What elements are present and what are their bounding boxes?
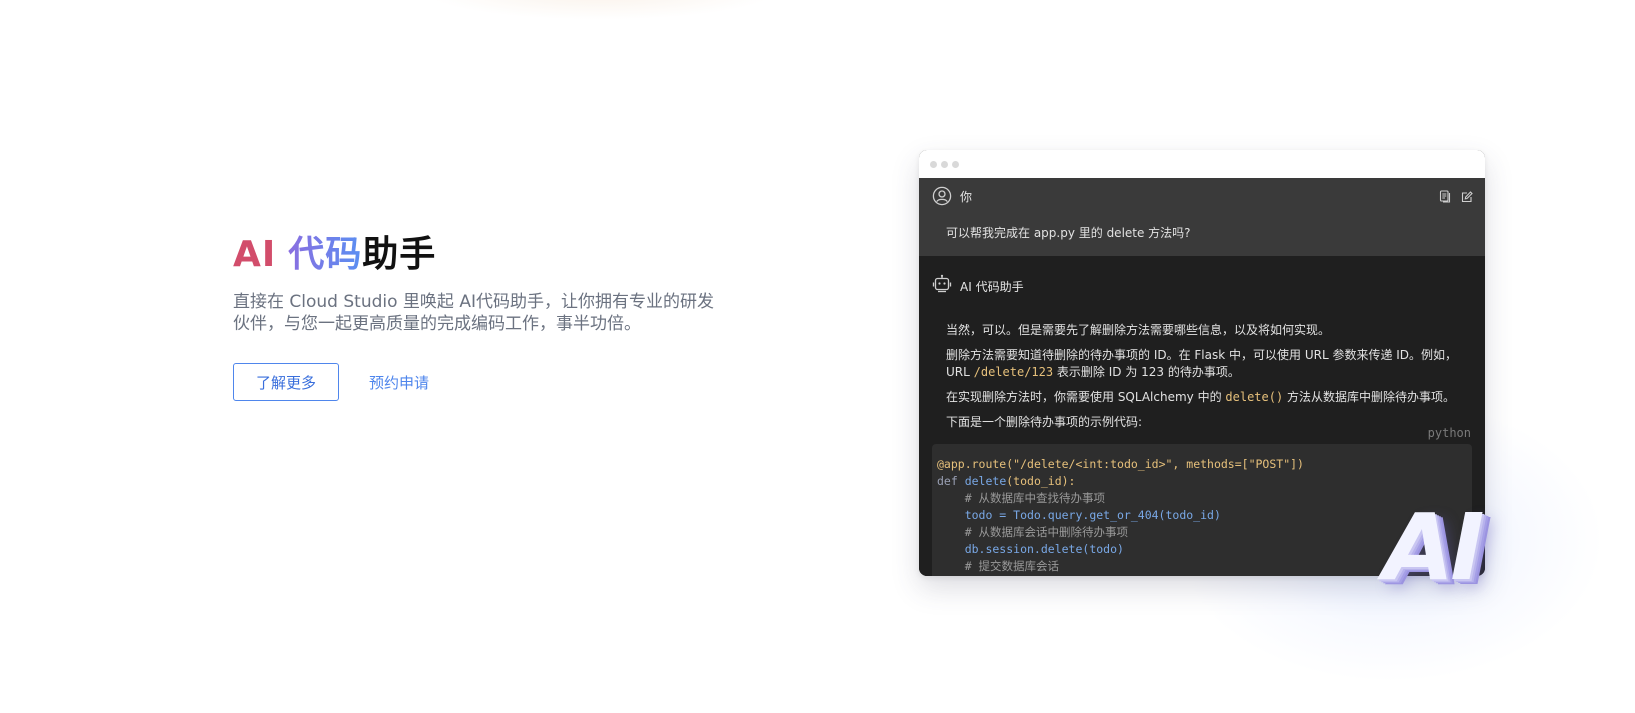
copy-icon[interactable] bbox=[1439, 188, 1451, 207]
bot-header: AI 代码助手 bbox=[932, 274, 1024, 298]
user-question: 可以帮我完成在 app.py 里的 delete 方法吗? bbox=[946, 226, 1191, 240]
inline-code-url: /delete/123 bbox=[973, 365, 1054, 379]
user-header: 你 bbox=[932, 186, 972, 206]
hero-section: AI 代码助手 直接在 Cloud Studio 里唤起 AI代码助手，让你拥有专… bbox=[233, 233, 733, 401]
answer-p2-text-end: 表示删除 ID 为 123 的待办事项。 bbox=[1053, 365, 1240, 379]
answer-p3-text: 在实现删除方法时，你需要使用 SQLAlchemy 中的 bbox=[946, 390, 1226, 404]
robot-icon bbox=[932, 274, 952, 298]
code-token-string: "/delete/<int:todo_id>" bbox=[1013, 457, 1173, 471]
code-token-function: delete bbox=[964, 474, 1007, 488]
code-token-params: (todo_id): bbox=[1006, 474, 1076, 488]
bot-name: AI 代码助手 bbox=[960, 279, 1024, 294]
page-title: AI 代码助手 bbox=[233, 233, 733, 277]
user-message: 你 可以帮我完成在 app.py 里的 delete 方法吗? bbox=[919, 178, 1485, 256]
title-helper: 助手 bbox=[362, 234, 437, 275]
answer-paragraph-3: 在实现删除方法时，你需要使用 SQLAlchemy 中的 delete() 方法… bbox=[946, 389, 1461, 406]
answer-p3-text-end: 方法从数据库中删除待办事项。 bbox=[1283, 390, 1456, 404]
code-token-rest: , methods=["POST"]) bbox=[1172, 457, 1304, 471]
code-language-label: python bbox=[1427, 426, 1471, 440]
top-decorative-glow bbox=[420, 0, 780, 20]
ai-3d-logo: AI bbox=[1383, 494, 1484, 601]
code-token-decorator: @app.route( bbox=[937, 457, 1014, 471]
code-line: @app.route("/delete/<int:todo_id>", meth… bbox=[937, 456, 1472, 473]
apply-link[interactable]: 预约申请 bbox=[369, 372, 429, 393]
user-name: 你 bbox=[960, 189, 973, 204]
answer-paragraph-2: 删除方法需要知道待删除的待办事项的 ID。在 Flask 中，可以使用 URL … bbox=[946, 347, 1461, 381]
answer-paragraph-1: 当然，可以。但是需要先了解删除方法需要哪些信息，以及将如何实现。 bbox=[946, 323, 1331, 337]
learn-more-button[interactable]: 了解更多 bbox=[233, 363, 339, 401]
title-code: 代码 bbox=[288, 234, 363, 275]
message-tools bbox=[1429, 188, 1473, 207]
code-token-keyword: def bbox=[937, 474, 965, 488]
bot-answer: 当然，可以。但是需要先了解删除方法需要哪些信息，以及将如何实现。 删除方法需要知… bbox=[946, 322, 1461, 439]
window-dot-2 bbox=[941, 160, 948, 168]
answer-paragraph-4: 下面是一个删除待办事项的示例代码: bbox=[946, 415, 1143, 429]
code-line: def delete(todo_id): bbox=[937, 473, 1472, 490]
edit-icon[interactable] bbox=[1461, 188, 1473, 207]
window-dot-1 bbox=[930, 160, 937, 168]
user-avatar-icon bbox=[932, 186, 952, 206]
hero-description: 直接在 Cloud Studio 里唤起 AI代码助手，让你拥有专业的研发伙伴，… bbox=[233, 292, 714, 334]
inline-code-delete: delete() bbox=[1225, 390, 1284, 404]
window-dot-3 bbox=[952, 160, 959, 168]
window-title-bar bbox=[919, 150, 1485, 178]
title-ai: AI bbox=[233, 234, 277, 275]
hero-actions: 了解更多 预约申请 bbox=[233, 363, 733, 401]
